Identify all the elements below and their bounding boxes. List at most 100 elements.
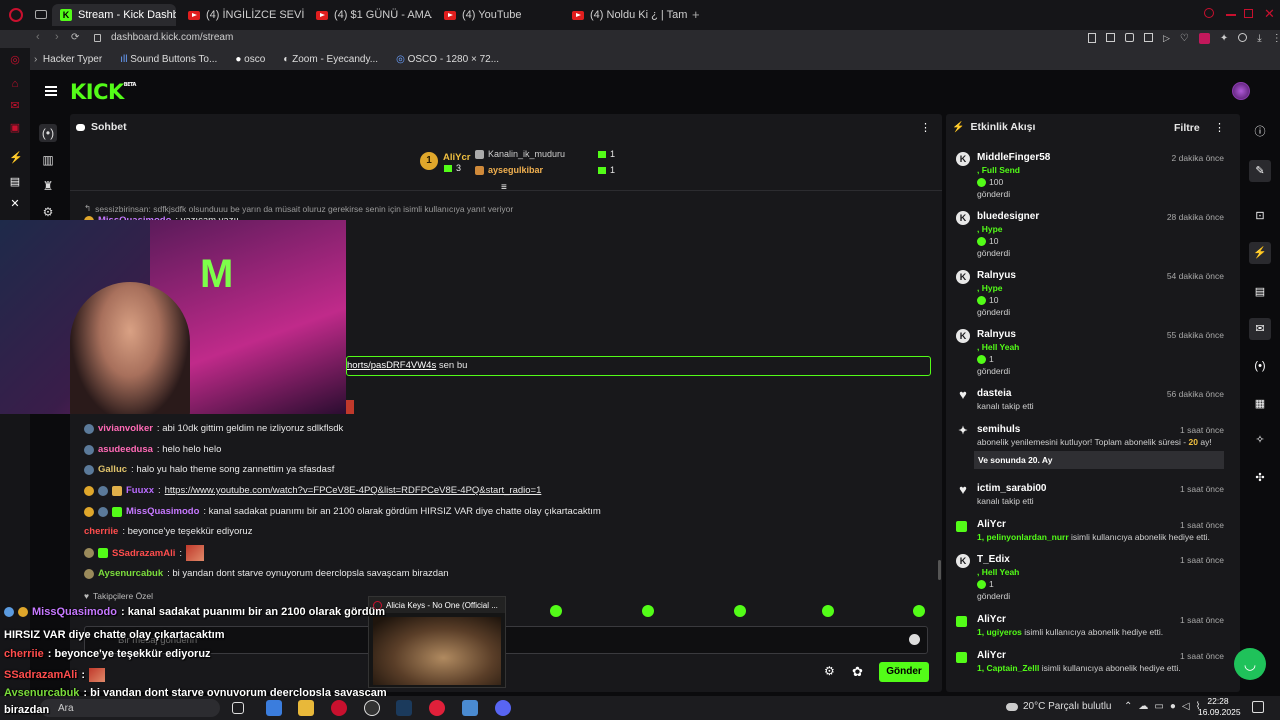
emoji-picker-icon[interactable]	[909, 634, 920, 645]
send-button[interactable]: Gönder	[879, 662, 929, 682]
extension-pink-icon[interactable]	[1198, 33, 1210, 44]
event-gift-target[interactable]: 1, ugiyeros	[977, 627, 1022, 637]
reload-icon[interactable]: ⟳	[71, 32, 79, 43]
emote-icon[interactable]	[642, 605, 654, 617]
chat-options-icon[interactable]: ⋮	[920, 121, 931, 134]
taskbar-search[interactable]: Ara	[40, 699, 220, 717]
event-gift-target[interactable]: 1, Captain_Zelll	[977, 663, 1039, 673]
aria-icon[interactable]: ⌂	[9, 78, 21, 90]
expand-leaderboard-icon[interactable]: ≡	[501, 182, 507, 193]
event-gift-target[interactable]: 1, pelinyonlardan_nurr	[977, 532, 1069, 542]
chat-username[interactable]: vivianvolker	[98, 423, 153, 434]
tab-ingilizce[interactable]: (4) İNGİLİZCE SEVİYENİZ	[180, 4, 304, 26]
chat-scrollbar[interactable]	[938, 560, 941, 580]
weather-widget[interactable]: 20°C Parçalı bulutlu	[1006, 701, 1112, 712]
forward-icon[interactable]: ›	[55, 31, 59, 43]
event-username[interactable]: AliYcr	[977, 519, 1006, 530]
user-avatar[interactable]	[1232, 82, 1250, 100]
obs-icon[interactable]	[364, 700, 380, 716]
trophy-nav-icon[interactable]: ♜	[40, 178, 56, 194]
chevron-up-icon[interactable]: ⌃	[1124, 701, 1138, 712]
chat-username[interactable]: Galluc	[98, 464, 127, 475]
bookmark-zoom[interactable]: ◐ Zoom - Eyecandy...	[283, 54, 378, 65]
shield-icon[interactable]	[1125, 33, 1134, 42]
integrations-icon[interactable]: ✣	[1252, 470, 1268, 486]
analytics-nav-icon[interactable]: ▥	[40, 152, 56, 168]
speaker-icon[interactable]: ◁	[1182, 701, 1196, 712]
broadcast-icon[interactable]: (•)	[1252, 358, 1268, 374]
tab-amazon[interactable]: (4) $1 GÜNÜ - AMAZON	[308, 4, 432, 26]
close-icon[interactable]: ✕	[1264, 6, 1275, 22]
chat-settings-icon[interactable]: ⚙	[824, 664, 835, 678]
hamburger-menu-icon[interactable]	[45, 86, 57, 96]
puzzle-icon[interactable]: ✦	[1220, 33, 1228, 44]
chat-username[interactable]: asudeedusa	[98, 444, 153, 455]
info-icon[interactable]: ⓘ	[1252, 124, 1268, 140]
tab-youtube[interactable]: (4) YouTube	[436, 4, 560, 26]
notes-icon[interactable]: ▤	[1252, 284, 1268, 300]
chat-rail-icon[interactable]: ✉	[1249, 318, 1271, 340]
chat-username[interactable]: SSadrazamAli	[112, 548, 175, 559]
event-username[interactable]: semihuls	[977, 424, 1020, 435]
filter-button[interactable]: Filtre	[1174, 122, 1200, 134]
emote-icon[interactable]	[734, 605, 746, 617]
leaderboard-user[interactable]: aysegulkibar	[488, 165, 543, 175]
onedrive-icon[interactable]: ☁	[1138, 701, 1154, 712]
instagram-icon[interactable]: ▣	[9, 122, 21, 134]
snapshot-icon[interactable]	[1106, 33, 1115, 42]
browser-search-icon[interactable]	[1204, 8, 1214, 18]
event-username[interactable]: Ralnyus	[977, 329, 1016, 340]
event-username[interactable]: bluedesigner	[977, 211, 1039, 222]
event-username[interactable]: dasteia	[977, 388, 1011, 399]
emote-icon[interactable]	[822, 605, 834, 617]
activity-rail-icon[interactable]: ⚡	[1249, 242, 1271, 264]
top-gifter-name[interactable]: AliYcr	[443, 152, 470, 163]
support-chat-button[interactable]: ◡	[1234, 648, 1266, 680]
opera-taskbar-icon[interactable]	[331, 700, 347, 716]
mic-icon[interactable]: ●	[1170, 701, 1182, 712]
event-username[interactable]: AliYcr	[977, 614, 1006, 625]
emote-icon[interactable]	[550, 605, 562, 617]
new-tab-icon[interactable]: +	[692, 7, 700, 22]
emote-icon[interactable]	[913, 605, 925, 617]
bookmark-osco-size[interactable]: ◎ OSCO - 1280 × 72...	[396, 54, 499, 65]
opera-gx-icon[interactable]	[429, 700, 445, 716]
event-username[interactable]: Ralnyus	[977, 270, 1016, 281]
event-username[interactable]: ictim_sarabi00	[977, 483, 1047, 494]
bookmark-sound-buttons[interactable]: ıll Sound Buttons To...	[120, 54, 217, 65]
app-icon[interactable]	[462, 700, 478, 716]
bookmark-hacker-typer[interactable]: › Hacker Typer	[34, 54, 102, 65]
activity-options-icon[interactable]: ⋮	[1214, 121, 1225, 134]
cube-icon[interactable]	[1144, 33, 1153, 42]
tools-icon[interactable]: ✧	[1252, 432, 1268, 448]
twitch-icon[interactable]: ▤	[9, 176, 21, 188]
heart-icon[interactable]: ♡	[1180, 33, 1189, 44]
chat-username[interactable]: Fuuxx	[126, 485, 154, 496]
url-field[interactable]: dashboard.kick.com/stream	[111, 32, 233, 43]
clock[interactable]: 22:28 16.09.2025	[1198, 696, 1241, 718]
stream-nav-icon[interactable]: (•)	[39, 124, 57, 142]
chat-username[interactable]: cherriie	[84, 526, 118, 537]
network-icon[interactable]: ▭	[1154, 701, 1169, 712]
maximize-icon[interactable]	[1244, 9, 1253, 18]
tab-kick-dashboard[interactable]: K Stream - Kick Dashboard	[52, 4, 176, 26]
edit-icon[interactable]: ✎	[1249, 160, 1271, 182]
app-icon[interactable]	[266, 700, 282, 716]
play-icon[interactable]: ▷	[1163, 33, 1170, 44]
minimize-icon[interactable]	[1226, 14, 1236, 16]
x-twitter-icon[interactable]: ✕	[9, 198, 21, 210]
profile-icon[interactable]	[1238, 33, 1248, 42]
back-icon[interactable]: ‹	[36, 31, 40, 43]
chat-username[interactable]: MissQuasimodo	[126, 506, 199, 517]
kick-logo[interactable]: KICKBETA	[70, 80, 136, 104]
event-username[interactable]: MiddleFinger58	[977, 152, 1050, 163]
event-username[interactable]: AliYcr	[977, 650, 1006, 661]
settings-nav-icon[interactable]: ⚙	[40, 204, 56, 220]
message-link[interactable]: horts/pasDRF4VW4s	[347, 360, 436, 371]
download-icon[interactable]: ⤓	[1257, 33, 1261, 44]
opera-logo-icon[interactable]	[9, 8, 23, 22]
notifications-icon[interactable]	[1252, 701, 1264, 713]
message-link[interactable]: https://www.youtube.com/watch?v=FPCeV8E-…	[165, 485, 542, 496]
leaderboard-user[interactable]: Kanalin_ik_muduru	[488, 149, 565, 159]
file-explorer-icon[interactable]	[298, 700, 314, 716]
